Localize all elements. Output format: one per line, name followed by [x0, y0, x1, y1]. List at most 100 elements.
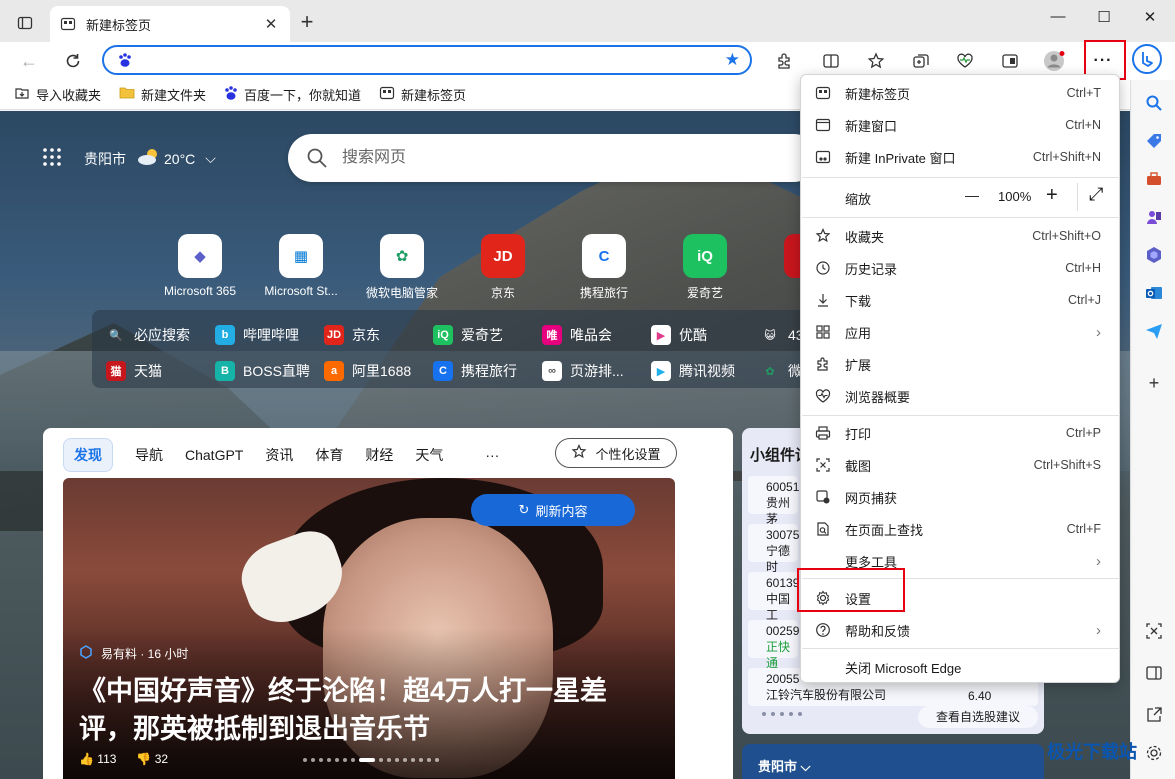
menu-apps[interactable]: 应用 ›: [801, 316, 1119, 348]
tab-sports[interactable]: 体育: [315, 445, 343, 465]
menu-new-window[interactable]: 新建窗口 Ctrl+N: [801, 109, 1119, 141]
tab-close-icon[interactable]: ✕: [262, 15, 280, 33]
city-weather-card[interactable]: 贵阳市 ⌵: [742, 744, 1044, 779]
browser-essentials-icon[interactable]: [951, 48, 979, 74]
widget-pager[interactable]: [762, 712, 802, 716]
sidebar-open-external-icon[interactable]: [1141, 702, 1167, 728]
web-search-box[interactable]: [288, 134, 818, 182]
close-window-button[interactable]: ✕: [1127, 8, 1173, 34]
quicklink-microsoft-store[interactable]: ▦ Microsoft St...: [255, 234, 347, 298]
link-vip[interactable]: 唯唯品会: [542, 325, 612, 345]
tab-more[interactable]: ···: [485, 447, 499, 463]
fullscreen-icon[interactable]: ⤢: [1089, 184, 1103, 205]
link-ctrip[interactable]: C 携程旅行: [433, 361, 517, 381]
tab-chatgpt[interactable]: ChatGPT: [185, 447, 243, 463]
workspaces-icon[interactable]: [996, 48, 1024, 74]
sidebar-tools-icon[interactable]: [1141, 166, 1167, 192]
bing-copilot-icon[interactable]: [1132, 44, 1162, 74]
tab-weather[interactable]: 天气: [415, 445, 443, 465]
link-iqiyi[interactable]: iQ 爱奇艺: [433, 325, 503, 345]
favorites-folder[interactable]: 新建文件夹: [119, 85, 206, 104]
hero-article[interactable]: ↻ 刷新内容 易有料 · 16 小时 《中国好声音》终于沦陷！超4万人打一星差评…: [63, 478, 675, 779]
sidebar-search-icon[interactable]: [1141, 90, 1167, 116]
menu-close-edge[interactable]: 关闭 Microsoft Edge: [801, 651, 1119, 683]
extensions-puzzle-icon[interactable]: [770, 48, 798, 74]
menu-downloads[interactable]: 下载 Ctrl+J: [801, 284, 1119, 316]
sidebar-microsoft365-icon[interactable]: [1141, 242, 1167, 268]
address-input[interactable]: [140, 50, 720, 70]
sidebar-outlook-icon[interactable]: [1141, 280, 1167, 306]
favorites-icon[interactable]: [862, 48, 890, 74]
address-bar[interactable]: ★: [102, 45, 752, 75]
refresh-content-button[interactable]: ↻ 刷新内容: [471, 494, 635, 526]
search-input[interactable]: [342, 147, 742, 169]
zoom-out-button[interactable]: —: [965, 187, 979, 203]
menu-favorites[interactable]: 收藏夹 Ctrl+Shift+O: [801, 220, 1119, 252]
link-bing[interactable]: 🔍 必应搜索: [106, 325, 190, 345]
quicklink-microsoft365[interactable]: ◆ Microsoft 365: [154, 234, 246, 298]
link-pc-manager[interactable]: ✿ 微: [760, 361, 802, 381]
link-jd[interactable]: JD 京东: [324, 325, 380, 345]
menu-new-tab[interactable]: 新建标签页 Ctrl+T: [801, 77, 1119, 109]
carousel-pager[interactable]: [303, 758, 439, 762]
minimize-button[interactable]: —: [1035, 8, 1081, 34]
profile-avatar-icon[interactable]: [1040, 48, 1068, 74]
quicklink-iqiyi[interactable]: iQ 爱奇艺: [659, 234, 751, 301]
menu-browser-essentials[interactable]: 浏览器概要: [801, 380, 1119, 412]
sidebar-shopping-icon[interactable]: [1141, 128, 1167, 154]
personalize-button[interactable]: 个性化设置: [555, 438, 677, 468]
stock-card[interactable]: 30075 宁德时: [748, 524, 799, 574]
menu-print[interactable]: 打印 Ctrl+P: [801, 417, 1119, 449]
tab-actions-icon[interactable]: [8, 10, 42, 36]
view-stock-suggestions[interactable]: 查看自选股建议: [918, 706, 1038, 728]
sidebar-add-icon[interactable]: +: [1141, 370, 1167, 396]
zoom-in-button[interactable]: +: [1046, 184, 1058, 207]
link-tmall[interactable]: 猫天猫: [106, 361, 162, 381]
tab-finance[interactable]: 财经: [365, 445, 393, 465]
link-4399[interactable]: 😺 43: [760, 325, 803, 345]
link-youku[interactable]: ▶ 优酷: [651, 325, 707, 345]
link-tencent-video[interactable]: ▶ 腾讯视频: [651, 361, 735, 381]
article-headline[interactable]: 《中国好声音》终于沦陷！超4万人打一星差评，那英被抵制到退出音乐节: [79, 672, 649, 748]
tab-discover[interactable]: 发现: [63, 438, 113, 472]
favorite-star-icon[interactable]: ★: [725, 50, 740, 70]
dislike-button[interactable]: 👎 32: [136, 752, 168, 766]
apps-grid-icon[interactable]: [42, 147, 62, 170]
quicklink-jd[interactable]: JD 京东: [457, 234, 549, 301]
split-screen-icon[interactable]: [817, 48, 845, 74]
collections-icon[interactable]: [907, 48, 935, 74]
sidebar-screenshot-icon[interactable]: [1141, 618, 1167, 644]
weather-widget[interactable]: 贵阳市 20°C ⌵: [42, 147, 216, 170]
tab-news[interactable]: 资讯: [265, 445, 293, 465]
link-boss[interactable]: B BOSS直聘: [215, 361, 310, 381]
favorites-baidu[interactable]: 百度一下，你就知道: [224, 85, 361, 104]
stock-card[interactable]: 60051 贵州茅: [748, 476, 799, 526]
menu-web-capture[interactable]: 网页捕获: [801, 481, 1119, 513]
back-arrow-icon[interactable]: ←: [14, 47, 44, 75]
menu-screenshot[interactable]: 截图 Ctrl+Shift+S: [801, 449, 1119, 481]
like-count: 113: [97, 752, 117, 766]
favorites-import[interactable]: 导入收藏夹: [14, 85, 101, 104]
menu-new-inprivate[interactable]: 新建 InPrivate 窗口 Ctrl+Shift+N: [801, 141, 1119, 173]
maximize-button[interactable]: ☐: [1081, 8, 1127, 34]
sidebar-hide-icon[interactable]: [1141, 660, 1167, 686]
stock-card[interactable]: 60139 中国工: [748, 572, 799, 622]
link-webgames[interactable]: ∞ 页游排...: [542, 361, 624, 381]
like-button[interactable]: 👍 113: [79, 752, 116, 766]
sidebar-games-icon[interactable]: [1141, 204, 1167, 230]
sidebar-send-icon[interactable]: [1141, 318, 1167, 344]
stock-card[interactable]: 00259 正快通: [748, 620, 799, 670]
favorites-newtab[interactable]: 新建标签页: [379, 85, 466, 104]
tab-new-tab[interactable]: 新建标签页 ✕: [50, 6, 290, 42]
tab-navigation[interactable]: 导航: [135, 445, 163, 465]
refresh-icon[interactable]: [58, 47, 88, 75]
quicklink-ctrip[interactable]: C 携程旅行: [558, 234, 650, 301]
menu-extensions[interactable]: 扩展: [801, 348, 1119, 380]
menu-history[interactable]: 历史记录 Ctrl+H: [801, 252, 1119, 284]
menu-find-on-page[interactable]: 在页面上查找 Ctrl+F: [801, 513, 1119, 545]
new-tab-button[interactable]: +: [294, 10, 320, 36]
link-bilibili[interactable]: b 哔哩哔哩: [215, 325, 299, 345]
quicklink-pc-manager[interactable]: ✿ 微软电脑管家: [356, 234, 448, 301]
menu-help-feedback[interactable]: 帮助和反馈 ›: [801, 614, 1119, 646]
link-1688[interactable]: a 阿里1688: [324, 361, 411, 381]
